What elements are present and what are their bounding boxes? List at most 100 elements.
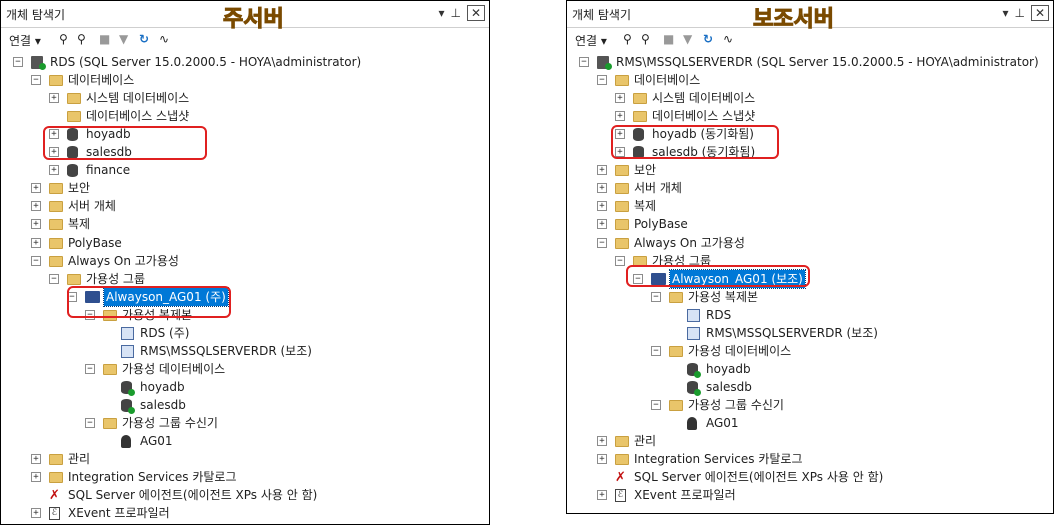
expand-icon[interactable]: +	[597, 165, 607, 176]
toolbar: 연결 ▾ ⚲ ⚲ ■ ▼ ↻ ∿	[1, 28, 489, 52]
collapse-icon[interactable]: −	[651, 399, 661, 410]
folder-icon	[615, 183, 629, 195]
tree-node-label: 보안	[68, 181, 91, 196]
collapse-icon[interactable]: −	[579, 57, 589, 67]
tree-node-label: 시스템 데이터베이스	[86, 91, 190, 106]
connect-icon[interactable]: ⚲	[59, 32, 68, 46]
expand-icon[interactable]: +	[49, 165, 59, 176]
expand-icon[interactable]: +	[31, 472, 41, 483]
expand-icon[interactable]: +	[597, 454, 607, 465]
close-icon[interactable]: ✕	[1030, 5, 1049, 21]
expand-icon[interactable]: +	[597, 436, 607, 447]
tree-node-label: 관리	[634, 434, 657, 449]
stop-icon[interactable]: ■	[663, 32, 674, 46]
connect-button[interactable]: 연결 ▾	[9, 32, 41, 49]
server-icon	[597, 56, 612, 70]
expand-icon[interactable]: +	[31, 454, 41, 465]
tree-node-label: 가용성 복제본	[688, 289, 759, 304]
expand-icon[interactable]: +	[31, 237, 41, 248]
pin-icon[interactable]: ⊥	[450, 6, 466, 20]
pin-icon[interactable]: ⊥	[1014, 6, 1030, 20]
tree-node-label: RDS (SQL Server 15.0.2000.5 - HOYA\admin…	[50, 55, 362, 69]
expand-icon[interactable]: +	[31, 508, 41, 519]
tree-node-label: XEvent 프로파일러	[634, 488, 736, 503]
collapse-icon[interactable]: −	[597, 75, 607, 86]
activity-monitor-icon[interactable]: ∿	[159, 32, 169, 46]
refresh-icon[interactable]: ↻	[703, 32, 713, 46]
activity-monitor-icon[interactable]: ∿	[723, 32, 733, 46]
expand-icon[interactable]: +	[597, 183, 607, 194]
filter-icon[interactable]: ▼	[119, 32, 128, 46]
panel-title: 개체 탐색기	[6, 8, 66, 22]
tree-node-label: 데이터베이스 스냅샷	[86, 109, 190, 124]
tree-node-label: 가용성 그룹	[86, 271, 146, 286]
collapse-icon[interactable]: −	[85, 363, 95, 374]
tree-node-label: hoyadb	[706, 361, 751, 376]
folder-icon	[49, 454, 63, 466]
expand-icon[interactable]: +	[49, 93, 59, 104]
refresh-icon[interactable]: ↻	[139, 32, 149, 46]
tree-node-label: 서버 개체	[68, 199, 116, 214]
highlight-box	[626, 265, 810, 287]
expand-icon[interactable]: +	[597, 219, 607, 230]
expand-icon[interactable]: +	[615, 111, 625, 122]
folder-icon	[67, 111, 81, 123]
tree-node-label: Always On 고가용성	[634, 235, 745, 250]
disconnect-icon[interactable]: ⚲	[641, 32, 650, 46]
expand-icon[interactable]: +	[31, 201, 41, 212]
listener-icon	[687, 417, 697, 430]
disconnect-icon[interactable]: ⚲	[77, 32, 86, 46]
connect-button[interactable]: 연결 ▾	[575, 32, 607, 49]
listener-icon	[121, 435, 131, 449]
collapse-icon[interactable]: −	[31, 75, 41, 86]
collapse-icon[interactable]: −	[651, 291, 661, 302]
tree-node-label: finance	[86, 163, 131, 178]
tree-node-label: AG01	[140, 434, 173, 449]
folder-icon	[615, 201, 629, 213]
tree-node-label: 가용성 그룹 수신기	[122, 416, 218, 430]
expand-icon[interactable]: +	[615, 93, 625, 104]
tree-node-label: 가용성 그룹 수신기	[688, 397, 784, 412]
expand-icon[interactable]: +	[597, 201, 607, 212]
collapse-icon[interactable]: −	[615, 255, 625, 266]
server-icon	[31, 56, 46, 70]
connect-icon[interactable]: ⚲	[623, 32, 632, 46]
folder-icon	[49, 219, 63, 231]
synced-database-icon	[121, 398, 135, 414]
toolbar: 연결 ▾ ⚲ ⚲ ■ ▼ ↻ ∿	[567, 28, 1053, 52]
collapse-icon[interactable]: −	[85, 418, 95, 428]
tree-node-label: 보안	[634, 163, 657, 178]
expand-icon[interactable]: +	[31, 219, 41, 230]
tree-node-label: salesdb	[140, 397, 186, 412]
tree-node-label: RMS\MSSQLSERVERDR (보조)	[140, 343, 312, 358]
dropdown-icon[interactable]: ▾	[438, 6, 450, 20]
collapse-icon[interactable]: −	[651, 345, 661, 356]
synced-database-icon	[687, 380, 701, 396]
expand-icon[interactable]: +	[31, 183, 41, 194]
tree-node-label: hoyadb	[140, 379, 185, 394]
close-icon[interactable]: ✕	[466, 5, 485, 21]
expand-icon[interactable]: +	[597, 490, 607, 501]
titlebar: 개체 탐색기 주서버 ▾⊥ ✕	[1, 1, 489, 33]
folder-icon	[669, 399, 683, 411]
tree-node-label: Always On 고가용성	[68, 253, 179, 268]
panel-title: 개체 탐색기	[572, 8, 632, 22]
dropdown-icon[interactable]: ▾	[1002, 6, 1014, 20]
folder-icon	[633, 93, 647, 105]
tree-node-label: RMS\MSSQLSERVERDR (보조)	[706, 325, 878, 340]
tree-node-label: RDS (주)	[140, 325, 190, 340]
folder-icon	[49, 237, 63, 249]
database-icon	[67, 164, 78, 178]
folder-icon	[669, 345, 683, 357]
collapse-icon[interactable]: −	[31, 255, 41, 266]
collapse-icon[interactable]: −	[49, 273, 59, 284]
tree-node-label: 시스템 데이터베이스	[652, 91, 756, 106]
filter-icon[interactable]: ▼	[683, 32, 692, 46]
tree-node-label: 복제	[68, 217, 91, 232]
collapse-icon[interactable]: −	[597, 237, 607, 248]
collapse-icon[interactable]: −	[13, 57, 23, 67]
stop-icon[interactable]: ■	[99, 32, 110, 46]
folder-icon	[615, 219, 629, 231]
tree-node-label: RDS	[706, 307, 732, 322]
window-buttons: ▾⊥ ✕	[438, 5, 485, 21]
